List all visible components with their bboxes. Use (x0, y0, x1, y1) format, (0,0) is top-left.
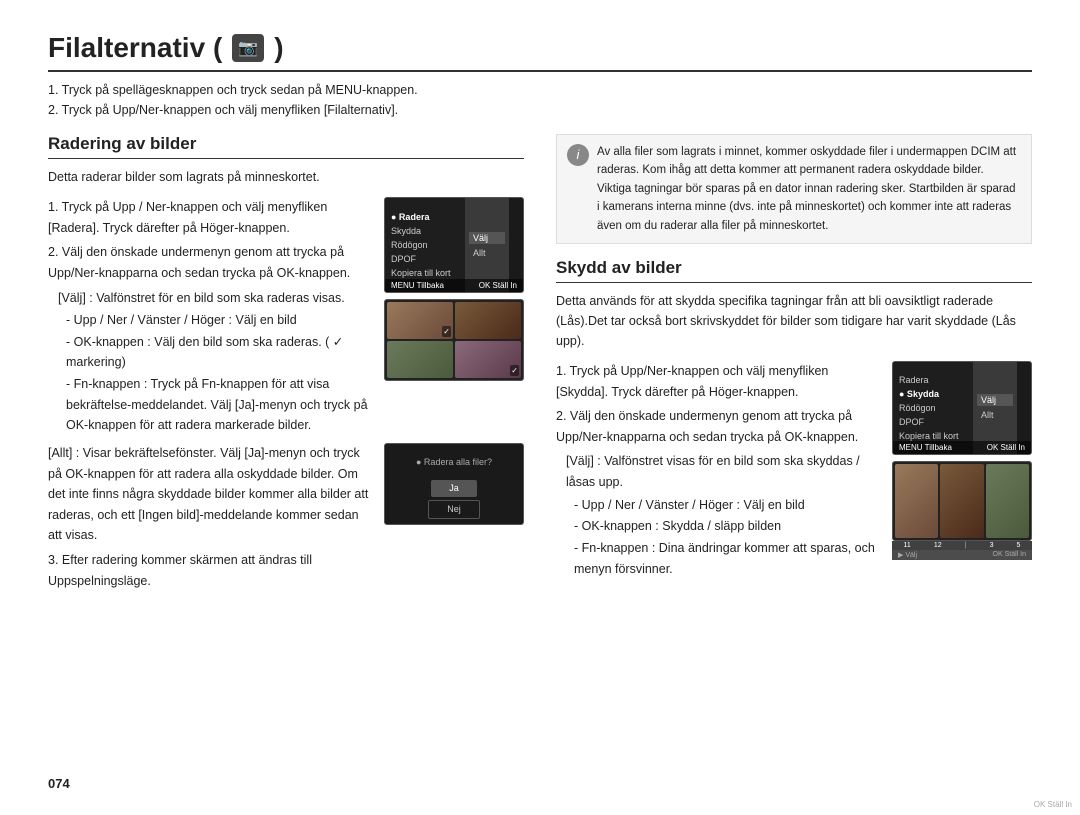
intro-block: 1. Tryck på spellägesknappen och tryck s… (48, 80, 1032, 120)
strip-num-2: 12 (934, 542, 942, 549)
note-box: i Av alla filer som lagrats i minnet, ko… (556, 134, 1032, 244)
psub-allt: Allt (977, 409, 1013, 421)
strip-btn-valj: ▶ Välj (898, 551, 917, 559)
protect-bottom-bar: MENU Tillbaka OK Ställ In (893, 441, 1031, 454)
psub-valj: Välj (977, 394, 1013, 406)
photo-cell-2 (455, 302, 521, 339)
protect-step2c: - OK-knappen : Skydda / släpp bilden (556, 516, 882, 537)
protect-photo-strip-wrapper: 11 12 | 3 5 ▶ Välj OK Ställ In (892, 461, 1032, 560)
cam-photo-grid (384, 299, 524, 381)
delete-step2: 2. Välj den önskade undermenyn genom att… (48, 242, 374, 283)
title-paren-close: ) (274, 32, 283, 64)
strip-num-4: 5 (1017, 542, 1021, 549)
menu-item-skydda: Skydda (385, 224, 465, 238)
strip-bottom: ▶ Välj OK Ställ In (892, 550, 1032, 560)
protect-step2d: - Fn-knappen : Dina ändringar kommer att… (556, 538, 882, 579)
note-icon: i (567, 144, 589, 166)
delete-step2d: - Fn-knappen : Tryck på Fn-knappen för a… (48, 374, 374, 436)
section-delete-desc: Detta raderar bilder som lagrats på minn… (48, 167, 524, 187)
delete-step3: 3. Efter radering kommer skärmen att änd… (48, 550, 374, 591)
strip-numbers: 11 12 | 3 5 (892, 541, 1032, 550)
cam-bottom-bar-1: MENU Tillbaka OK Ställ In (385, 279, 523, 292)
main-content: Radering av bilder Detta raderar bilder … (48, 134, 1032, 791)
confirm-screen: ● Radera alla filer? Ja Nej OK Ställ In (384, 443, 524, 525)
menu-item-kopiera: Kopiera till kort (385, 266, 465, 280)
intro-line1: 1. Tryck på spellägesknappen och tryck s… (48, 80, 1032, 100)
protect-step2b: - Upp / Ner / Vänster / Höger : Välj en … (556, 495, 882, 516)
section-protect-title: Skydd av bilder (556, 258, 1032, 283)
delete-steps-2: [Allt] : Visar bekräftelsefönster. Välj … (48, 443, 524, 591)
page-number: 074 (48, 766, 524, 791)
pmenu-skydda: ● Skydda (893, 387, 973, 401)
delete-steps-block: 1. Tryck på Upp / Ner-knappen och välj m… (48, 197, 374, 437)
cam-menu-label: MENU Tillbaka (391, 281, 444, 290)
protect-step2a: [Välj] : Valfönstret visas för en bild s… (556, 451, 882, 492)
protect-ok-label: OK Ställ In (987, 443, 1025, 452)
pmenu-radera: Radera (893, 373, 973, 387)
delete-step2a: [Välj] : Valfönstret för en bild som ska… (48, 288, 374, 309)
photo-cell-3 (387, 341, 453, 378)
cam-menu-sub: Välj Allt (465, 198, 509, 292)
intro-line2: 2. Tryck på Upp/Ner-knappen och välj men… (48, 100, 1032, 120)
strip-separator: | (965, 542, 967, 549)
section-delete-title: Radering av bilder (48, 134, 524, 159)
delete-step2b: - Upp / Ner / Vänster / Höger : Välj en … (48, 310, 374, 331)
protect-menu-label: MENU Tillbaka (899, 443, 952, 452)
confirm-bottom: OK Ställ In (1034, 798, 1072, 811)
delete-allt-step: [Allt] : Visar bekräftelsefönster. Välj … (48, 443, 374, 591)
strip-num-3: 3 (990, 542, 994, 549)
cam-ok-label: OK Ställ In (479, 281, 517, 290)
pstrip-1 (895, 464, 938, 538)
pmenu-rodogon: Rödögon (893, 401, 973, 415)
delete-images: ● Radera Skydda Rödögon DPOF Kopiera til… (384, 197, 524, 381)
confirm-yes: Ja (431, 480, 477, 497)
menu-item-dpof: DPOF (385, 252, 465, 266)
right-column: i Av alla filer som lagrats i minnet, ko… (556, 134, 1032, 791)
title-icon: 📷 (232, 34, 264, 62)
confirm-question: ● Radera alla filer? (408, 449, 500, 472)
protect-step1: 1. Tryck på Upp/Ner-knappen och välj men… (556, 361, 882, 402)
menu-item-rodogon: Rödögon (385, 238, 465, 252)
strip-btn-stallin: OK Ställ In (993, 551, 1026, 559)
menu-item-radera: ● Radera (385, 210, 465, 224)
delete-step1: 1. Tryck på Upp / Ner-knappen och välj m… (48, 197, 374, 238)
protect-step2: 2. Välj den önskade undermenyn genom att… (556, 406, 882, 447)
protect-images: Radera ● Skydda Rödögon DPOF Kopiera til… (892, 361, 1032, 560)
protect-steps: 1. Tryck på Upp/Ner-knappen och välj men… (556, 361, 882, 580)
pstrip-2 (940, 464, 983, 538)
photo-cell-1 (387, 302, 453, 339)
section-protect-desc: Detta används för att skydda specifika t… (556, 291, 1032, 351)
delete-allt-text: [Allt] : Visar bekräftelsefönster. Välj … (48, 443, 374, 546)
confirm-no: Nej (428, 500, 480, 519)
protect-steps-block: 1. Tryck på Upp/Ner-knappen och välj men… (556, 361, 1032, 580)
photo-cell-4 (455, 341, 521, 378)
strip-num-1: 11 (904, 542, 911, 549)
sub-item-allt: Allt (469, 247, 505, 259)
cam-screen-delete-menu: ● Radera Skydda Rödögon DPOF Kopiera til… (384, 197, 524, 293)
cam-screen-protect-menu: Radera ● Skydda Rödögon DPOF Kopiera til… (892, 361, 1032, 455)
note-text: Av alla filer som lagrats i minnet, komm… (597, 143, 1021, 235)
confirm-options: Ja Nej (428, 480, 480, 519)
sub-item-valj: Välj (469, 232, 505, 244)
cam-menu: ● Radera Skydda Rödögon DPOF Kopiera til… (385, 198, 465, 292)
delete-step2c: - OK-knappen : Välj den bild som ska rad… (48, 332, 374, 373)
page-title: Filalternativ ( 📷 ) (48, 32, 1032, 72)
pstrip-3 (986, 464, 1029, 538)
protect-photo-strip (892, 461, 1032, 541)
left-column: Radering av bilder Detta raderar bilder … (48, 134, 524, 791)
pmenu-dpof: DPOF (893, 415, 973, 429)
page: Filalternativ ( 📷 ) 1. Tryck på spelläge… (0, 0, 1080, 815)
title-text: Filalternativ ( (48, 32, 222, 64)
